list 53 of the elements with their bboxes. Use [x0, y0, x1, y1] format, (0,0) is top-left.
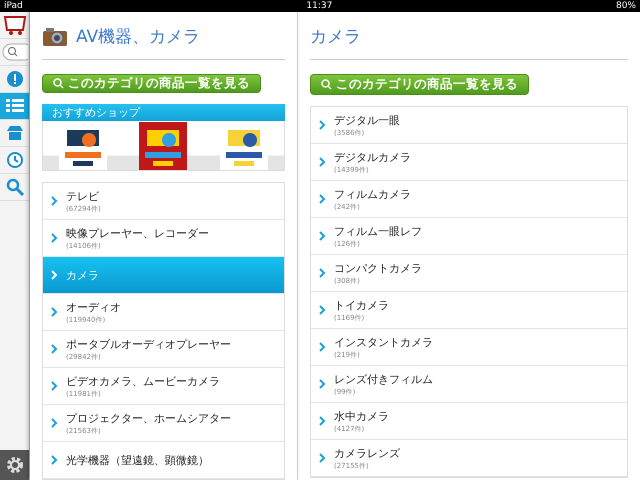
category-name: デジタルカメラ — [334, 150, 411, 164]
chevron-icon — [51, 455, 58, 465]
category-name: フィルム一眼レフ — [334, 224, 422, 238]
settings-icon[interactable] — [6, 456, 24, 474]
chevron-icon — [51, 381, 58, 391]
chevron-icon — [319, 268, 326, 278]
panel-title: AV機器、カメラ — [76, 26, 200, 48]
category-name: カメラレンズ — [334, 446, 400, 460]
category-name: コンパクトカメラ — [334, 260, 422, 276]
sidebar-tab[interactable] — [0, 93, 29, 120]
chevron-icon — [51, 270, 58, 280]
shop-icon — [6, 125, 24, 141]
search-icon — [321, 79, 332, 90]
search-icon — [53, 78, 64, 89]
category-name: テレビ — [66, 188, 100, 204]
category-name: ポータブルオーディオプレーヤー — [66, 336, 231, 352]
category-name: 光学機器（望遠鏡、顕微鏡） — [66, 452, 209, 468]
search-icon — [6, 178, 24, 196]
chevron-icon — [319, 305, 326, 315]
clock: 11:37 — [306, 0, 332, 12]
category-name: 水中カメラ — [334, 408, 389, 424]
category-name: オーディオ — [66, 300, 121, 314]
chevron-icon — [51, 344, 58, 354]
chevron-icon — [51, 307, 58, 317]
category-name: レンズ付きフィルム — [334, 372, 433, 386]
camera-icon — [42, 26, 68, 46]
category-name: カメラ — [66, 268, 99, 282]
section-header: おすすめショップ — [42, 104, 285, 121]
chevron-icon — [51, 233, 58, 243]
chevron-icon — [319, 194, 326, 204]
category-name: インスタントカメラ — [334, 334, 433, 350]
chevron-icon — [51, 418, 58, 428]
info-icon — [6, 70, 24, 88]
category-name: プロジェクター、ホームシアター — [66, 410, 231, 426]
chevron-icon — [319, 453, 326, 463]
panel-title: カメラ — [310, 26, 361, 48]
category-name: 映像プレーヤー、レコーダー — [66, 226, 209, 240]
device-name: iPad — [4, 0, 23, 12]
category-name: ビデオカメラ、ムービーカメラ — [66, 374, 220, 388]
clock-icon — [6, 151, 24, 169]
chevron-icon — [319, 416, 326, 426]
list-icon — [6, 98, 24, 114]
chevron-icon — [319, 120, 326, 130]
chevron-icon — [319, 379, 326, 389]
chevron-icon — [319, 231, 326, 241]
battery-level: 80% — [616, 0, 636, 12]
category-name: トイカメラ — [334, 298, 389, 312]
category-name: フィルムカメラ — [334, 186, 411, 202]
category-name: デジタル一眼 — [334, 112, 400, 128]
chevron-icon — [319, 157, 326, 167]
chevron-icon — [51, 196, 58, 206]
search-field[interactable] — [2, 43, 28, 61]
chevron-icon — [319, 342, 326, 352]
